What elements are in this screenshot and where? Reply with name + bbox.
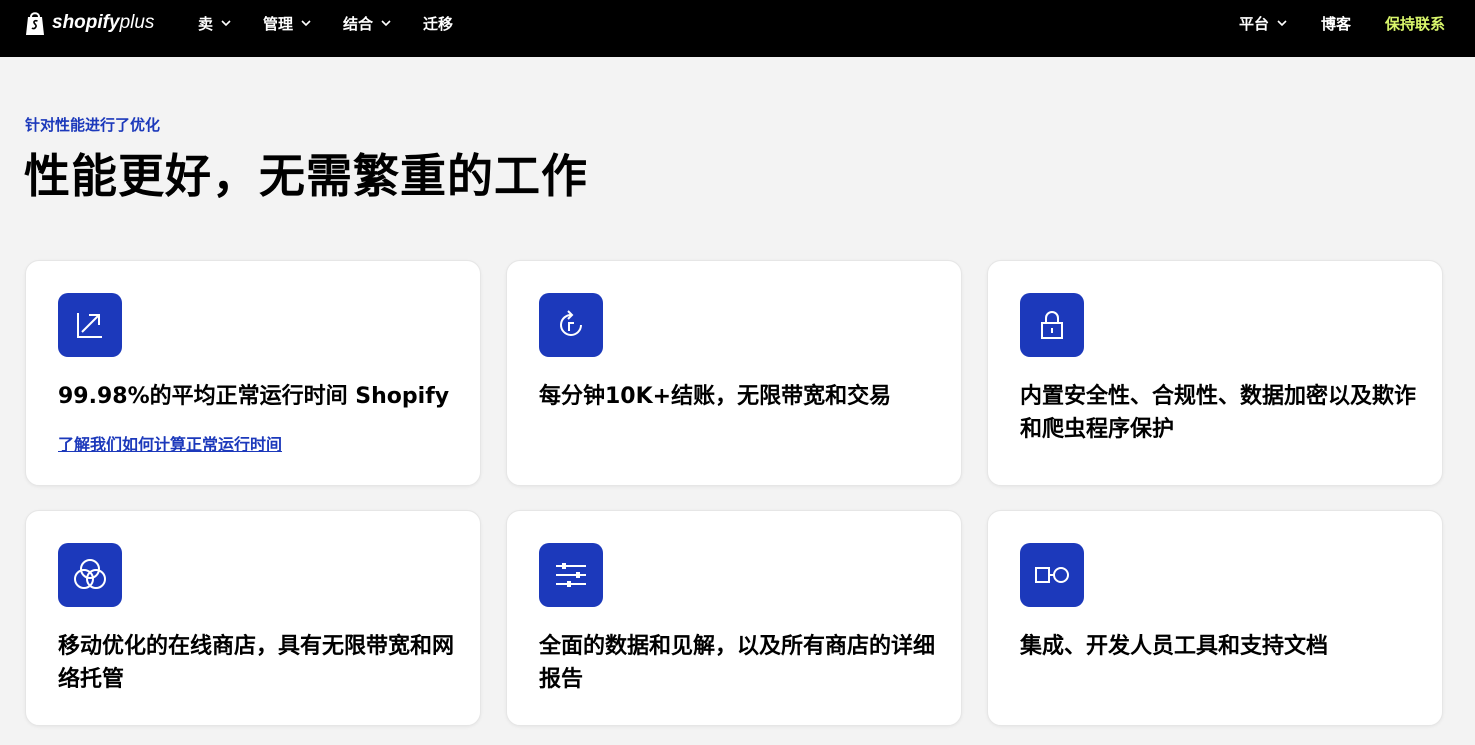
logo-brand-text: shopify [52,12,120,33]
card-title: 集成、开发人员工具和支持文档 [1020,634,1329,659]
chevron-down-icon [301,20,311,27]
feature-card-integrations: 集成、开发人员工具和支持文档 [987,510,1443,726]
integration-icon [1020,543,1084,607]
nav-label: 管理 [263,14,294,33]
nav-label: 结合 [343,14,374,33]
card-title: 每分钟10K+结账，无限带宽和交易 [539,384,892,409]
sliders-icon [539,543,603,607]
contact-link[interactable]: 保持联系 [1385,13,1445,34]
chevron-down-icon [221,20,231,27]
section-eyebrow: 针对性能进行了优化 [25,116,161,134]
lock-icon [1020,293,1084,357]
shopify-plus-logo[interactable]: shopifyplus [24,9,154,37]
nav-label: 平台 [1238,14,1269,33]
card-title: 移动优化的在线商店，具有无限带宽和网络托管 [58,634,455,692]
card-title: 内置安全性、合规性、数据加密以及欺诈和爬虫程序保护 [1020,384,1417,442]
feature-card-mobile: 移动优化的在线商店，具有无限带宽和网络托管 [25,510,481,726]
uptime-learn-more-link[interactable]: 了解我们如何计算正常运行时间 [58,431,282,455]
page-title: 性能更好，无需繁重的工作 [24,149,588,203]
nav-item-migrate[interactable]: 迁移 [423,13,453,34]
nav-item-integrate[interactable]: 结合 [343,13,391,34]
chevron-down-icon [381,20,391,27]
card-title: 99.98%的平均正常运行时间 Shopify [58,384,450,409]
nav-label: 博客 [1320,14,1351,33]
feature-card-security: 内置安全性、合规性、数据加密以及欺诈和爬虫程序保护 [987,260,1443,486]
nav-item-platform[interactable]: 平台 [1239,13,1287,34]
card-title: 全面的数据和见解，以及所有商店的详细报告 [539,634,936,692]
secondary-nav: 平台 博客 保持联系 [1205,0,1445,46]
nav-label: 保持联系 [1384,14,1445,33]
nav-item-sell[interactable]: 卖 [198,13,231,34]
logo-suffix-text: plus [119,12,155,33]
top-navigation-bar: shopifyplus 卖 管理 结合 迁移 平台 博客 保持联系 [0,0,1475,57]
nav-label: 卖 [198,14,214,33]
refresh-icon [539,293,603,357]
nav-label: 迁移 [423,14,454,33]
chevron-down-icon [1277,20,1287,27]
feature-card-checkouts: 每分钟10K+结账，无限带宽和交易 [506,260,962,486]
primary-nav: 卖 管理 结合 迁移 [198,0,485,46]
nav-item-blog[interactable]: 博客 [1321,13,1351,34]
feature-card-uptime: 99.98%的平均正常运行时间 Shopify 了解我们如何计算正常运行时间 [25,260,481,486]
shopify-bag-icon [26,12,44,35]
nav-item-manage[interactable]: 管理 [263,13,311,34]
overlapping-circles-icon [58,543,122,607]
feature-card-reports: 全面的数据和见解，以及所有商店的详细报告 [506,510,962,726]
trend-up-arrow-icon [58,293,122,357]
